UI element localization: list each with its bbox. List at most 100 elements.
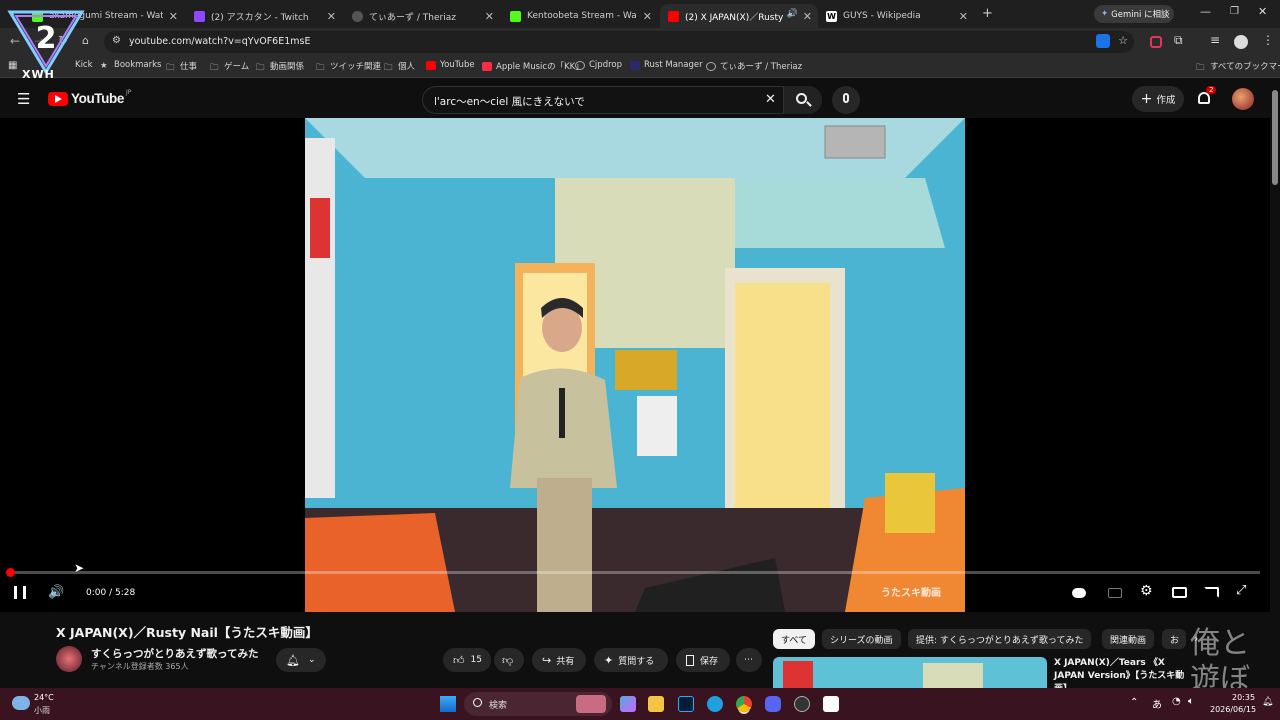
time-display: 0:00 / 5:28 bbox=[86, 588, 136, 598]
photoshop-icon[interactable] bbox=[678, 696, 694, 712]
bookmark-apple-music[interactable]: Apple Musicの「KK」 bbox=[482, 60, 584, 72]
new-tab-icon[interactable]: + bbox=[982, 6, 993, 21]
hamburger-menu-icon[interactable]: ☰ bbox=[17, 90, 30, 108]
chip-more[interactable]: お bbox=[1162, 629, 1186, 649]
settings-gear-icon[interactable]: ⚙ bbox=[1140, 583, 1153, 599]
page-scrollbar[interactable] bbox=[1272, 90, 1278, 185]
tray-chevron-icon[interactable]: ⌃ bbox=[1130, 697, 1138, 708]
subtitles-icon[interactable] bbox=[1108, 588, 1122, 598]
channel-avatar[interactable] bbox=[56, 646, 82, 672]
chip-related[interactable]: 関連動画 bbox=[1102, 629, 1155, 649]
bookmark-folder-work[interactable]: 🗀 仕事 bbox=[166, 60, 197, 73]
share-button[interactable]: ↪ 共有 bbox=[532, 648, 586, 672]
scrubber-handle[interactable] bbox=[6, 568, 15, 577]
minimize-icon[interactable]: — bbox=[1200, 5, 1211, 18]
profile-avatar[interactable] bbox=[1234, 35, 1248, 49]
create-button[interactable]: + 作成 bbox=[1132, 86, 1184, 112]
file-explorer-icon[interactable] bbox=[648, 696, 664, 712]
reading-list-icon[interactable]: ≡ bbox=[1210, 33, 1220, 47]
clock-time[interactable]: 20:35 bbox=[1232, 693, 1255, 702]
window-close-icon[interactable]: ✕ bbox=[1258, 5, 1267, 18]
ime-indicator[interactable]: あ bbox=[1152, 696, 1162, 711]
chip-all[interactable]: すべて bbox=[773, 629, 816, 649]
chip-from-channel[interactable]: 提供: すくらっつがとりあえず歌ってみた bbox=[908, 629, 1092, 649]
maximize-icon[interactable]: ❐ bbox=[1230, 6, 1239, 17]
taskbar-search[interactable]: 検索 bbox=[464, 692, 612, 716]
channel-name[interactable]: すくらっつがとりあえず歌ってみた bbox=[91, 646, 258, 661]
video-player[interactable]: うたスキ動画 ➤ 🔊 0:00 / 5:28 ⚙ ⤢ bbox=[0, 118, 1270, 612]
browser-menu-icon[interactable]: ⋮ bbox=[1262, 33, 1274, 47]
search-input[interactable]: l'arc〜en〜ciel 風にきえないで bbox=[434, 94, 585, 109]
bookmark-rust-manager[interactable]: Rust Manager bbox=[630, 60, 703, 70]
store-icon[interactable] bbox=[823, 696, 839, 712]
speaker-icon[interactable]: 🔈︎ bbox=[1188, 696, 1194, 707]
clock-date[interactable]: 2026/06/15 bbox=[1210, 705, 1256, 714]
tab-wikipedia[interactable]: W GUYS - Wikipedia ✕ bbox=[818, 4, 974, 28]
weather-temp[interactable]: 24°C bbox=[34, 693, 54, 702]
weather-icon[interactable] bbox=[12, 696, 30, 710]
close-icon[interactable]: ✕ bbox=[643, 10, 652, 23]
bookmark-icon bbox=[686, 654, 694, 666]
obs-icon[interactable] bbox=[794, 696, 810, 712]
bookmark-folder-video[interactable]: 🗀 動画関係 bbox=[256, 60, 304, 73]
youtube-play-icon bbox=[48, 91, 68, 106]
volume-icon[interactable]: 🔊 bbox=[48, 585, 64, 600]
video-frame[interactable]: うたスキ動画 bbox=[305, 118, 965, 612]
edge-icon[interactable] bbox=[707, 696, 723, 712]
related-thumbnail[interactable] bbox=[773, 657, 1047, 688]
bookmark-folder-twitch[interactable]: 🗀 ツイッチ関連 bbox=[316, 60, 381, 73]
bookmark-star-icon[interactable]: ☆ bbox=[1118, 34, 1128, 47]
site-info-icon[interactable]: ⚙ bbox=[112, 35, 121, 46]
translate-icon[interactable] bbox=[1096, 34, 1110, 48]
ask-button[interactable]: ✦ 質問する bbox=[594, 648, 668, 672]
chrome-icon[interactable] bbox=[736, 696, 752, 712]
search-button[interactable] bbox=[783, 86, 822, 114]
gemini-button[interactable]: ✦ Gemini に相談 bbox=[1094, 5, 1174, 23]
speaker-icon[interactable]: 🔊 bbox=[787, 9, 798, 19]
search-box[interactable]: l'arc〜en〜ciel 風にきえないで ✕ bbox=[422, 86, 822, 114]
close-icon[interactable]: ✕ bbox=[803, 10, 812, 23]
bookmark-youtube[interactable]: YouTube bbox=[426, 60, 475, 70]
close-icon[interactable]: ✕ bbox=[327, 10, 336, 23]
notifications-button[interactable]: 2 bbox=[1196, 86, 1217, 110]
more-actions-button[interactable]: ⋯ bbox=[736, 648, 762, 672]
close-icon[interactable]: ✕ bbox=[169, 10, 178, 23]
url-text[interactable]: youtube.com/watch?v=qYvOF6E1msE bbox=[129, 36, 310, 47]
dislike-button[interactable]: 👎︎ bbox=[494, 648, 524, 672]
autoplay-toggle[interactable] bbox=[1072, 588, 1086, 598]
bookmark-folder-game[interactable]: 🗀 ゲーム bbox=[210, 60, 249, 73]
close-icon[interactable]: ✕ bbox=[959, 10, 968, 23]
progress-bar[interactable] bbox=[6, 568, 1260, 577]
cast-icon[interactable] bbox=[1204, 587, 1219, 598]
bookmark-theriaz[interactable]: てぃあーず / Theriaz bbox=[706, 60, 802, 72]
like-button[interactable]: 👍︎ 15 bbox=[443, 648, 491, 672]
windows-start-icon[interactable] bbox=[440, 696, 456, 712]
tab-twitch[interactable]: (2) アスカタン - Twitch ✕ bbox=[186, 4, 342, 28]
address-bar[interactable]: ⚙ youtube.com/watch?v=qYvOF6E1msE ☆ bbox=[104, 31, 1134, 53]
discord-icon[interactable] bbox=[765, 696, 781, 712]
extension-red-icon[interactable] bbox=[1150, 36, 1162, 48]
notification-center-icon[interactable]: 🔔︎ bbox=[1262, 697, 1273, 707]
tab-youtube-active[interactable]: (2) X JAPAN(X)／Rusty Nail 🔊 ✕ bbox=[660, 4, 818, 28]
chip-series[interactable]: シリーズの動画 bbox=[822, 629, 901, 649]
close-icon[interactable]: ✕ bbox=[485, 10, 494, 23]
clear-search-icon[interactable]: ✕ bbox=[765, 92, 776, 107]
youtube-logo[interactable]: YouTube JP bbox=[48, 89, 131, 106]
bookmark-folder-personal[interactable]: 🗀 個人 bbox=[384, 60, 415, 73]
account-avatar[interactable] bbox=[1232, 88, 1254, 110]
subscribe-bell-button[interactable]: 🔔︎ ⌄ bbox=[276, 648, 326, 672]
theater-mode-icon[interactable] bbox=[1172, 587, 1187, 598]
copilot-icon[interactable] bbox=[620, 696, 636, 712]
tab-kick-kentoobeta[interactable]: Kentoobeta Stream - Watch Live ✕ bbox=[502, 4, 658, 28]
bookmark-bookmarks[interactable]: ★ Bookmarks bbox=[100, 60, 162, 71]
all-bookmarks-folder[interactable]: 🗀すべてのブックマーク bbox=[1196, 60, 1280, 73]
pause-icon[interactable] bbox=[14, 586, 26, 599]
fullscreen-icon[interactable]: ⤢ bbox=[1236, 583, 1246, 598]
wifi-icon[interactable]: ◔ bbox=[1172, 696, 1181, 707]
voice-search-button[interactable] bbox=[832, 86, 860, 114]
notification-badge: 2 bbox=[1206, 86, 1217, 94]
bookmark-cjpdrop[interactable]: Cjpdrop bbox=[575, 60, 622, 70]
save-button[interactable]: 保存 bbox=[676, 648, 730, 672]
tab-theriaz[interactable]: てぃあーず / Theriaz ✕ bbox=[344, 4, 500, 28]
extensions-puzzle-icon[interactable]: ⧉ bbox=[1174, 33, 1183, 48]
